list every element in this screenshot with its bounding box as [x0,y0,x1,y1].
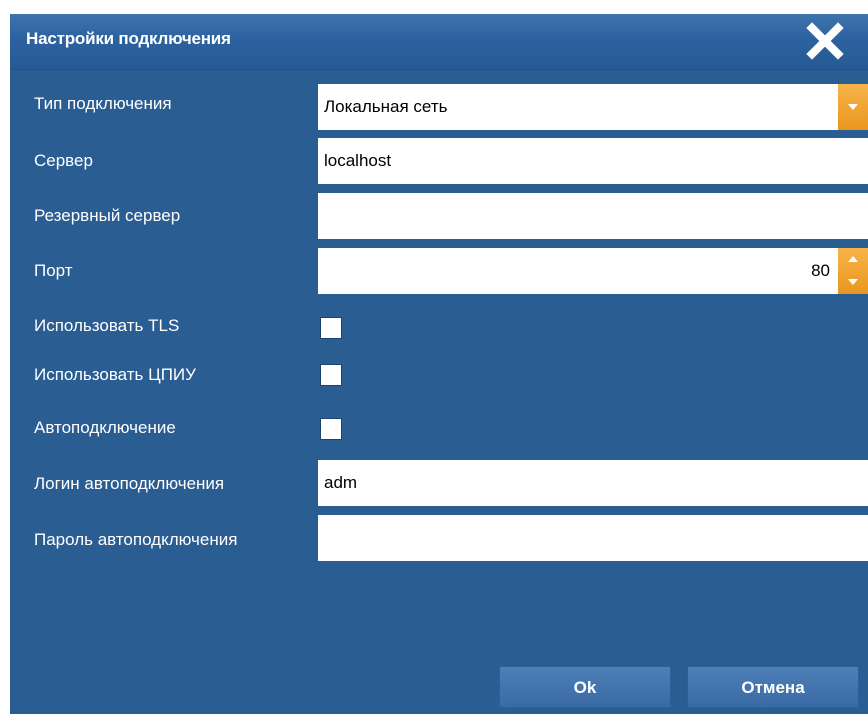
dialog-titlebar: Настройки подключения [10,14,868,70]
use-cpiu-label: Использовать ЦПИУ [34,365,196,384]
autoconnect-password-label: Пароль автоподключения [34,530,238,549]
autoconnect-login-label: Логин автоподключения [34,474,225,493]
cancel-button[interactable]: Отмена [687,666,859,708]
autoconnect-login-input[interactable] [318,460,868,506]
arrow-down-icon[interactable] [838,271,868,294]
port-label: Порт [34,261,73,280]
port-value: 80 [811,261,830,280]
use-tls-checkbox[interactable] [320,317,342,339]
backup-server-label: Резервный сервер [34,206,181,225]
connection-type-select[interactable]: Локальная сеть [318,84,868,130]
close-icon[interactable] [806,22,844,60]
autoconnect-checkbox[interactable] [320,418,342,440]
autoconnect-password-input[interactable] [318,515,868,561]
server-label: Сервер [34,151,93,170]
port-spinner-buttons [838,248,868,294]
chevron-down-icon[interactable] [838,84,868,130]
use-cpiu-checkbox[interactable] [320,364,342,386]
autoconnect-label: Автоподключение [34,418,176,437]
connection-type-value: Локальная сеть [324,97,448,116]
ok-button[interactable]: Ok [499,666,671,708]
use-tls-label: Использовать TLS [34,316,180,335]
server-input[interactable] [318,138,868,184]
connection-type-label: Тип подключения [34,94,172,113]
arrow-up-icon[interactable] [838,248,868,271]
port-spinner[interactable]: 80 [318,248,868,294]
backup-server-input[interactable] [318,193,868,239]
dialog-title: Настройки подключения [26,29,231,48]
connection-settings-dialog: Настройки подключения Тип подключения Ло… [10,14,868,714]
